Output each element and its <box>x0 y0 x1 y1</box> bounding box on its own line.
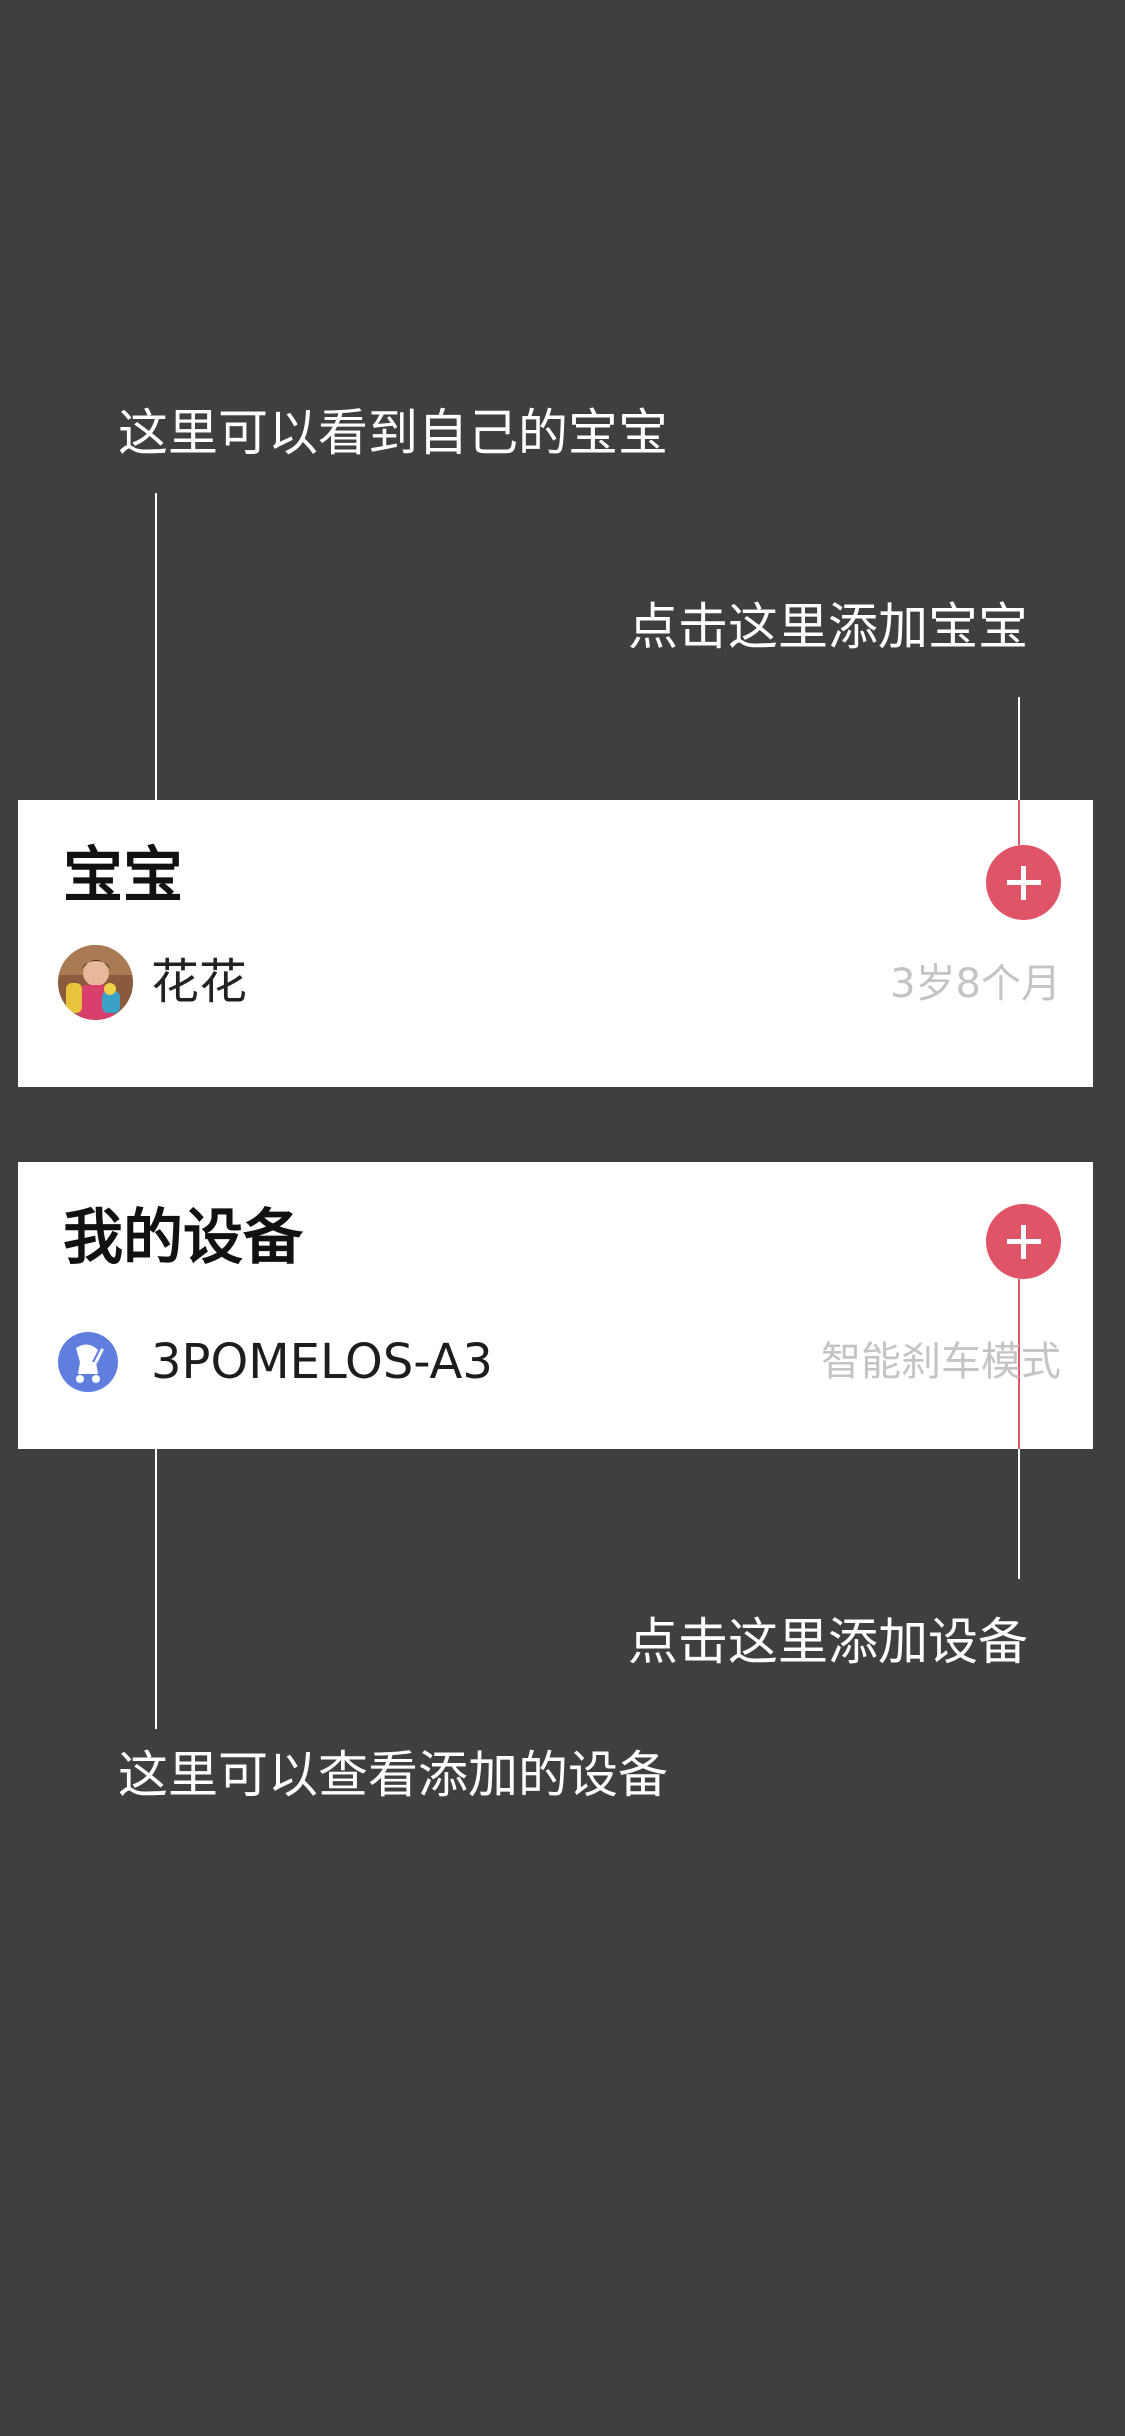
guide-line-add-baby <box>1018 697 1020 800</box>
device-name: 3POMELOS-A3 <box>151 1334 493 1390</box>
add-baby-button[interactable] <box>986 845 1061 920</box>
device-list-item[interactable]: 3POMELOS-A3 智能刹车模式 <box>18 1332 1093 1432</box>
stroller-icon <box>58 1332 118 1392</box>
guide-line-add-baby-red <box>1018 800 1020 845</box>
add-device-button[interactable] <box>986 1204 1061 1279</box>
hint-add-device: 点击这里添加设备 <box>628 1613 1028 1671</box>
hint-view-devices: 这里可以查看添加的设备 <box>118 1746 668 1804</box>
baby-name: 花花 <box>151 954 248 1010</box>
baby-photo <box>58 945 133 1020</box>
hint-view-babies: 这里可以看到自己的宝宝 <box>118 404 668 462</box>
device-card: 我的设备 3POMELOS-A3 智能刹车模式 <box>18 1162 1093 1449</box>
device-card-title: 我的设备 <box>63 1203 303 1273</box>
hint-add-baby: 点击这里添加宝宝 <box>628 598 1028 656</box>
baby-age: 3岁8个月 <box>890 961 1061 1007</box>
guide-line-add-device <box>1018 1449 1020 1579</box>
guide-line-babies <box>155 493 157 800</box>
baby-card: 宝宝 花花 3岁8个月 <box>18 800 1093 1087</box>
baby-avatar <box>58 945 133 1020</box>
guide-line-devices <box>155 1449 157 1729</box>
device-mode: 智能刹车模式 <box>821 1339 1061 1385</box>
baby-list-item[interactable]: 花花 3岁8个月 <box>18 940 1093 1040</box>
baby-card-title: 宝宝 <box>63 841 183 911</box>
